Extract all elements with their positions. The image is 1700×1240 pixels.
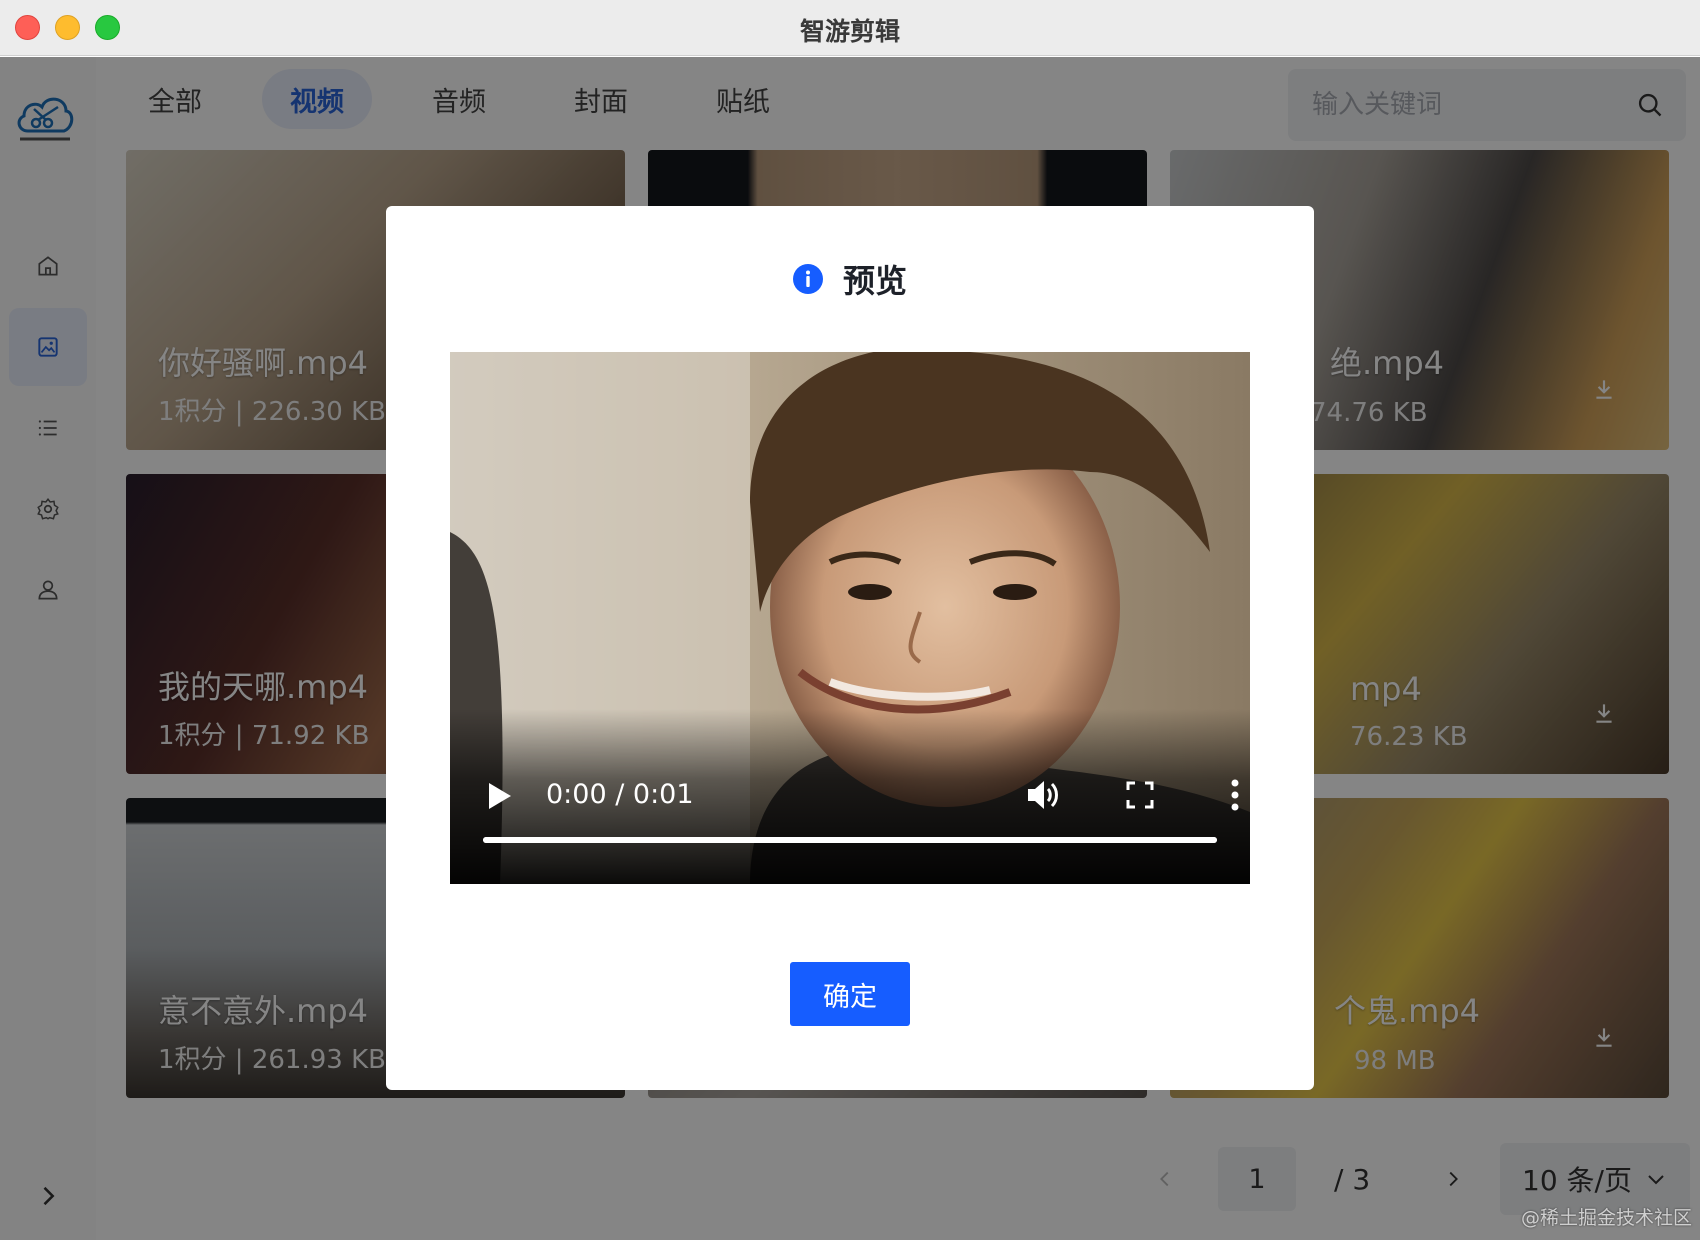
fullscreen-icon[interactable]: [1126, 781, 1154, 809]
play-icon[interactable]: [487, 781, 513, 811]
video-player[interactable]: 0:00 / 0:01: [450, 352, 1250, 884]
watermark: @稀土掘金技术社区: [1520, 1207, 1692, 1229]
window-title: 智游剪辑: [799, 17, 900, 46]
modal-title: 预览: [842, 262, 907, 300]
progress-bar[interactable]: [483, 837, 1217, 843]
confirm-button[interactable]: 确定: [790, 962, 910, 1026]
progress-fill: [483, 837, 1217, 843]
more-options-icon[interactable]: [1230, 778, 1240, 812]
volume-icon[interactable]: [1026, 778, 1062, 812]
modal-header: 预览: [386, 256, 1314, 302]
info-icon: [792, 264, 823, 294]
window-titlebar: 智游剪辑: [0, 0, 1700, 56]
preview-modal: 预览 0:00 / 0:01 确定: [386, 206, 1314, 1090]
player-time: 0:00 / 0:01: [546, 779, 694, 810]
